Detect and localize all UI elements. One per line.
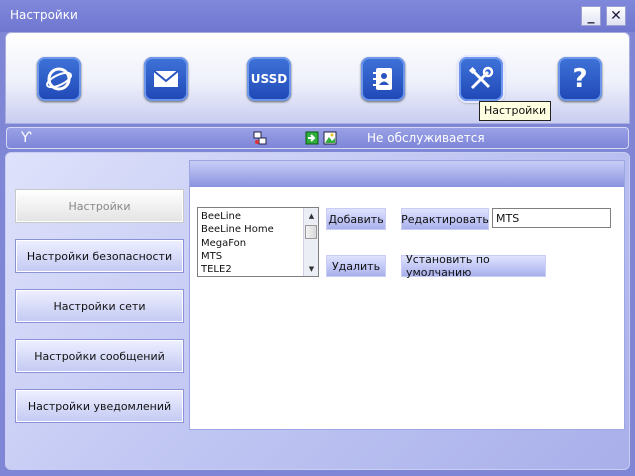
internet-icon	[46, 67, 72, 91]
ussd-icon: USSD	[250, 72, 288, 86]
edit-button[interactable]: Редактировать	[401, 208, 489, 230]
profile-edit-field[interactable]	[492, 208, 611, 228]
list-item[interactable]: MTS	[201, 250, 274, 263]
delete-button[interactable]: Удалить	[326, 255, 386, 277]
sidebar-item-security[interactable]: Настройки безопасности	[15, 239, 184, 273]
help-icon: ?	[572, 64, 588, 94]
scroll-thumb[interactable]	[305, 225, 317, 239]
status-bar: Ƴ Не обслуживается	[6, 127, 629, 149]
scroll-down-icon[interactable]: ▼	[305, 262, 318, 275]
window-title: Настройки	[10, 8, 78, 22]
contacts-icon	[373, 68, 392, 90]
sidebar-item-settings[interactable]: Настройки	[15, 189, 184, 223]
mail-icon	[153, 70, 179, 87]
main-panel: Настройки Настройки безопасности Настрой…	[5, 152, 630, 470]
settings-tooltip: Настройки	[479, 101, 552, 121]
settings-button[interactable]	[459, 57, 503, 101]
scroll-up-icon[interactable]: ▲	[305, 209, 318, 222]
import-icon	[305, 131, 319, 145]
internet-button[interactable]	[37, 57, 81, 101]
close-button[interactable]: ✕	[606, 6, 626, 26]
network-icon	[253, 131, 267, 145]
list-item[interactable]: TELE2	[201, 263, 274, 276]
minimize-button[interactable]: _	[581, 6, 601, 26]
list-item[interactable]: MegaFon	[201, 237, 274, 250]
sidebar-item-notifications[interactable]: Настройки уведомлений	[15, 389, 184, 423]
messages-button[interactable]	[144, 57, 188, 101]
list-item[interactable]: BeeLine Home	[201, 223, 274, 236]
service-status: Не обслуживается	[367, 131, 485, 145]
settings-content: BeeLine BeeLine Home MegaFon MTS TELE2 ▲…	[189, 160, 625, 430]
help-button[interactable]: ?	[558, 57, 602, 101]
antenna-icon: Ƴ	[21, 130, 32, 146]
content-header	[190, 161, 624, 187]
ussd-button[interactable]: USSD	[247, 57, 291, 101]
list-item[interactable]: BeeLine	[201, 210, 274, 223]
settings-tools-icon	[468, 66, 494, 90]
title-bar: Настройки _ ✕	[0, 0, 635, 32]
image-icon	[323, 131, 337, 145]
sidebar-item-messages[interactable]: Настройки сообщений	[15, 339, 184, 373]
contacts-button[interactable]	[361, 57, 405, 101]
list-scrollbar[interactable]: ▲ ▼	[303, 208, 318, 276]
profile-list[interactable]: BeeLine BeeLine Home MegaFon MTS TELE2 ▲…	[197, 207, 319, 277]
add-button[interactable]: Добавить	[326, 208, 386, 230]
sidebar-item-network[interactable]: Настройки сети	[15, 289, 184, 323]
set-default-button[interactable]: Установить по умолчанию	[401, 253, 546, 279]
